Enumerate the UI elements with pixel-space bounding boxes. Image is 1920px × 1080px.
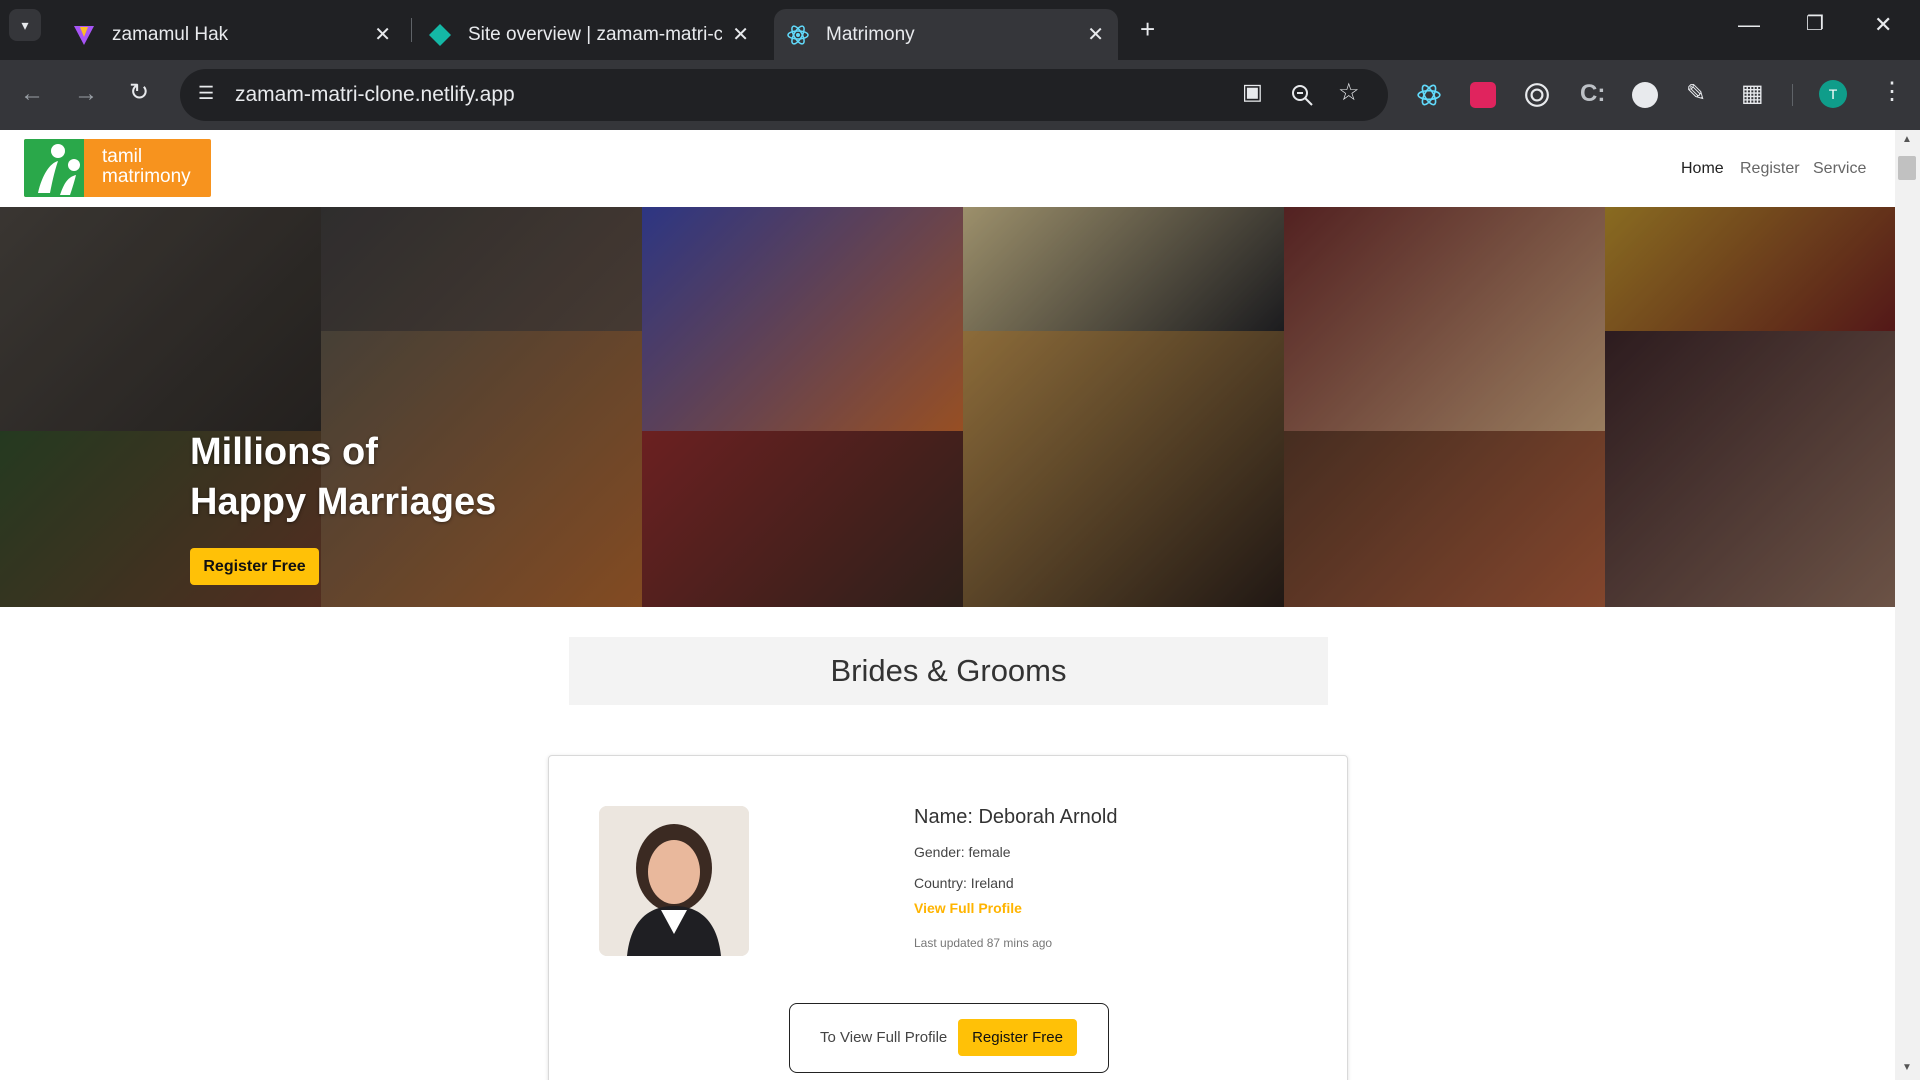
extension-circle-icon[interactable] [1632, 82, 1658, 108]
new-tab-button[interactable]: + [1140, 16, 1155, 42]
forward-button[interactable]: → [74, 82, 98, 106]
profile-country: Country: Ireland [914, 875, 1014, 891]
profile-name: Name: Deborah Arnold [914, 806, 1118, 828]
logo-line-1: tamil [102, 146, 143, 167]
tab-site-overview[interactable]: Site overview | zamam-matri-cl ✕ [418, 9, 763, 60]
profile-avatar[interactable]: T [1819, 80, 1847, 108]
hero-banner: Millions of Happy Marriages Register Fre… [0, 207, 1895, 607]
hero-overlay [0, 207, 1895, 607]
tab-divider [411, 18, 412, 42]
hero-title-line-1: Millions of [190, 431, 378, 473]
vite-icon [74, 25, 94, 45]
view-full-profile-link[interactable]: View Full Profile [914, 900, 1022, 916]
color-picker-icon[interactable]: ✎ [1686, 82, 1706, 106]
tab-title: Matrimony [826, 23, 915, 45]
close-icon[interactable]: ✕ [374, 25, 391, 45]
site-logo[interactable]: tamil matrimony [24, 139, 211, 197]
toolbar-divider [1792, 84, 1793, 106]
register-prompt-box: To View Full Profile Register Free [789, 1003, 1109, 1073]
hero-title-line-2: Happy Marriages [190, 481, 497, 523]
site-info-icon[interactable]: ☰ [198, 83, 214, 104]
nav-register[interactable]: Register [1740, 160, 1800, 178]
nav-home[interactable]: Home [1681, 160, 1724, 178]
tab-title: zamamul Hak [112, 23, 229, 45]
back-button[interactable]: ← [20, 82, 44, 106]
profile-card: Name: Deborah Arnold Gender: female Coun… [548, 755, 1348, 1080]
nav-service[interactable]: Service [1813, 160, 1866, 178]
react-devtools-icon[interactable] [1416, 82, 1442, 108]
logo-figure-icon [24, 139, 84, 197]
scroll-down-icon[interactable]: ▼ [1902, 1062, 1912, 1073]
browser-toolbar: ← → ↻ ☰ zamam-matri-clone.netlify.app ▣ … [0, 60, 1920, 130]
netlify-icon [429, 23, 451, 46]
address-bar[interactable]: ☰ zamam-matri-clone.netlify.app ▣ ☆ [180, 69, 1388, 121]
scroll-up-icon[interactable]: ▲ [1902, 134, 1912, 145]
section-title-text: Brides & Grooms [830, 653, 1067, 688]
tab-title: Site overview | zamam-matri-cl [468, 23, 722, 45]
section-title: Brides & Grooms [569, 637, 1328, 705]
register-prompt-text: To View Full Profile [820, 1029, 948, 1046]
last-updated-text: Last updated 87 mins ago [914, 936, 1053, 950]
extension-c-icon[interactable]: C: [1580, 82, 1605, 106]
restore-button[interactable]: ❐ [1806, 14, 1824, 34]
profile-initial: T [1828, 86, 1838, 102]
logo-line-2: matrimony [102, 166, 191, 187]
close-window-button[interactable]: ✕ [1874, 14, 1892, 36]
scrollbar-thumb[interactable] [1898, 156, 1916, 180]
hero-register-button[interactable]: Register Free [190, 548, 319, 585]
zoom-icon[interactable] [1290, 83, 1314, 107]
bookmark-star-icon[interactable]: ☆ [1338, 81, 1360, 105]
close-icon[interactable]: ✕ [1087, 25, 1104, 45]
logo-text: tamil matrimony [102, 147, 191, 187]
card-register-button[interactable]: Register Free [958, 1019, 1077, 1056]
url-text[interactable]: zamam-matri-clone.netlify.app [235, 83, 515, 107]
page-viewport: tamil matrimony Home Register Service Mi… [0, 130, 1895, 1080]
menu-kebab-icon[interactable]: ⋮ [1880, 80, 1904, 104]
react-icon [787, 24, 809, 45]
install-app-icon[interactable]: ▣ [1242, 81, 1263, 103]
chevron-down-icon: ▾ [21, 16, 29, 33]
profile-gender: Gender: female [914, 844, 1011, 860]
page-scrollbar[interactable]: ▲ ▼ [1895, 130, 1920, 1080]
profile-photo [599, 806, 749, 956]
tab-zamamul-hak[interactable]: zamamul Hak ✕ [60, 9, 405, 60]
tab-search-button[interactable]: ▾ [9, 9, 41, 41]
close-icon[interactable]: ✕ [732, 25, 749, 45]
extensions-puzzle-icon[interactable]: ▦ [1741, 82, 1764, 106]
minimize-button[interactable]: — [1738, 14, 1760, 36]
hero-title: Millions of Happy Marriages [190, 427, 496, 527]
target-extension-icon[interactable] [1524, 82, 1550, 108]
reload-button[interactable]: ↻ [129, 81, 149, 105]
tab-matrimony[interactable]: Matrimony ✕ [774, 9, 1118, 60]
tab-strip: ▾ zamamul Hak ✕ Site overview | zamam-ma… [0, 0, 1920, 60]
extension-red-icon[interactable] [1470, 82, 1496, 108]
